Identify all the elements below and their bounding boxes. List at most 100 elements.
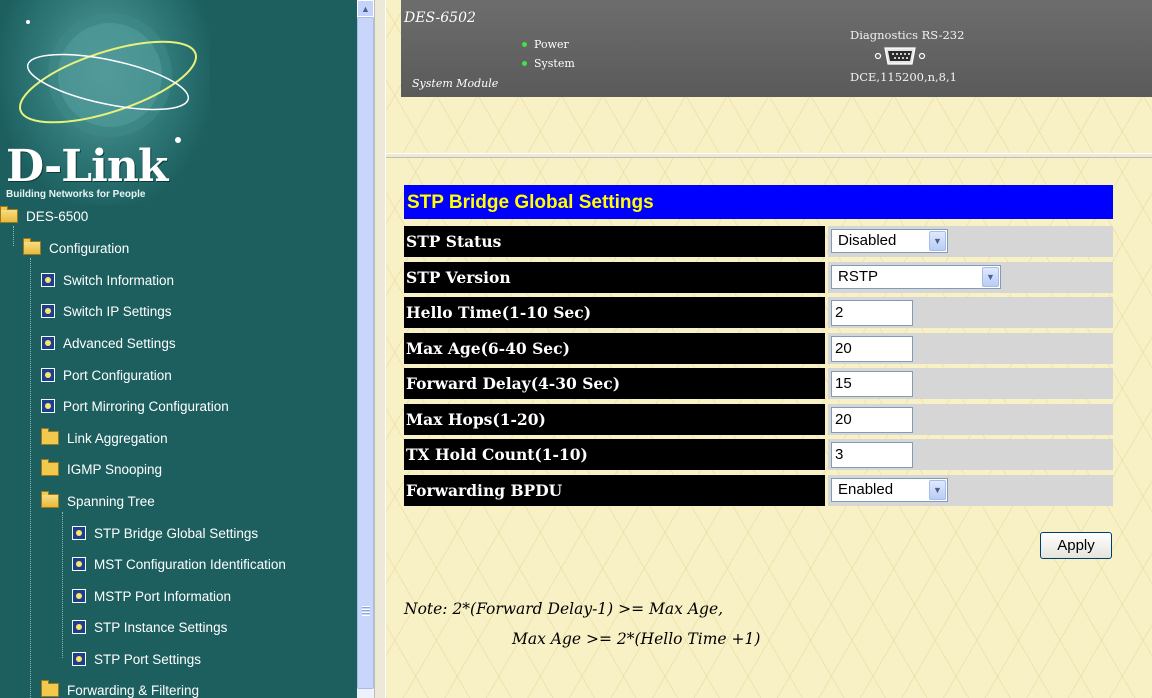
forward-delay-label: Forward Delay(4-30 Sec) (404, 368, 825, 399)
max-age-row: Max Age(6-40 Sec) 20 (404, 333, 1113, 364)
page-icon (72, 620, 86, 634)
tree-item-spanning-tree[interactable]: Spanning Tree (41, 487, 155, 515)
tree-item-igmp-snooping[interactable]: IGMP Snooping (41, 455, 162, 483)
tx-hold-count-row: TX Hold Count(1-10) 3 (404, 439, 1113, 470)
folder-icon (41, 680, 59, 697)
forwarding-bpdu-row: Forwarding BPDU Enabled ▼ (404, 475, 1113, 506)
forward-delay-input[interactable]: 15 (831, 371, 913, 397)
tree-item-des-6500[interactable]: DES-6500 (0, 202, 88, 230)
stp-version-label: STP Version (404, 262, 825, 293)
hello-time-row: Hello Time(1-10 Sec) 2 (404, 297, 1113, 328)
brand-name: D-Link (6, 141, 168, 192)
system-led-icon (522, 61, 527, 66)
page-icon (72, 652, 86, 666)
page-icon (41, 368, 55, 382)
max-hops-row: Max Hops(1-20) 20 (404, 404, 1113, 435)
tree-item-forwarding-filtering[interactable]: Forwarding & Filtering (41, 676, 199, 698)
tree-item-label: DES-6500 (26, 208, 89, 224)
hello-time-input[interactable]: 2 (831, 300, 913, 326)
dlink-logo: D-Link Building Networks for People (0, 0, 210, 205)
power-led-label: Power (534, 38, 569, 51)
tx-hold-count-cell: 3 (828, 439, 1113, 470)
tree-item-stp-port-settings[interactable]: STP Port Settings (72, 645, 201, 673)
system-led-row: System (522, 57, 575, 70)
stp-status-row: STP Status Disabled ▼ (404, 226, 1113, 257)
page-icon (41, 273, 55, 287)
chevron-down-icon[interactable]: ▼ (929, 231, 946, 251)
forwarding-bpdu-select[interactable]: Enabled ▼ (831, 478, 948, 502)
stp-status-label: STP Status (404, 226, 825, 257)
tree-item-mst-configuration-identification[interactable]: MST Configuration Identification (72, 550, 286, 578)
diagnostics-label: Diagnostics RS-232 (850, 28, 965, 42)
tree-item-label: Spanning Tree (67, 493, 155, 509)
hello-time-cell: 2 (828, 297, 1113, 328)
forwarding-bpdu-label: Forwarding BPDU (404, 475, 825, 506)
apply-button[interactable]: Apply (1040, 532, 1112, 559)
tree-item-switch-information[interactable]: Switch Information (41, 266, 174, 294)
scroll-thumb[interactable] (357, 17, 374, 689)
tree-item-label: Link Aggregation (67, 430, 168, 446)
tree-item-mstp-port-information[interactable]: MSTP Port Information (72, 582, 231, 610)
power-led-row: Power (522, 38, 569, 51)
folder-open-icon (23, 238, 41, 255)
folder-open-icon (0, 206, 18, 223)
scroll-up-arrow-icon[interactable]: ▲ (357, 0, 374, 17)
page-icon (72, 526, 86, 540)
hello-time-label: Hello Time(1-10 Sec) (404, 297, 825, 328)
tx-hold-count-label: TX Hold Count(1-10) (404, 439, 825, 470)
chevron-down-icon[interactable]: ▼ (929, 480, 946, 500)
device-module-label: System Module (412, 77, 499, 90)
folder-icon (41, 459, 59, 476)
navigation-sidebar: D-Link Building Networks for People DES-… (0, 0, 357, 698)
tree-item-label: STP Instance Settings (94, 619, 228, 635)
stp-version-cell: RSTP ▼ (828, 262, 1113, 293)
select-value: Disabled (838, 232, 897, 249)
brand-tagline: Building Networks for People (6, 189, 146, 200)
forwarding-bpdu-cell: Enabled ▼ (828, 475, 1113, 506)
note-line-1: Note: 2*(Forward Delay-1) >= Max Age, (404, 600, 724, 618)
tree-item-label: Configuration (49, 240, 130, 256)
tree-item-advanced-settings[interactable]: Advanced Settings (41, 329, 176, 357)
page-title: STP Bridge Global Settings (404, 185, 1113, 219)
folder-icon (41, 428, 59, 445)
tree-item-stp-instance-settings[interactable]: STP Instance Settings (72, 613, 227, 641)
tree-item-stp-bridge-global-settings[interactable]: STP Bridge Global Settings (72, 519, 258, 547)
tree-item-label: Switch Information (63, 272, 175, 288)
stp-version-row: STP Version RSTP ▼ (404, 262, 1113, 293)
tree-item-label: Port Mirroring Configuration (63, 398, 229, 414)
page-icon (41, 336, 55, 350)
tree-item-label: MSTP Port Information (94, 588, 232, 604)
tree-item-label: Advanced Settings (63, 335, 176, 351)
device-model: DES-6502 (404, 10, 476, 26)
max-age-label: Max Age(6-40 Sec) (404, 333, 825, 364)
diagnostics-settings: DCE,115200,n,8,1 (850, 70, 957, 84)
forward-delay-cell: 15 (828, 368, 1113, 399)
stp-version-select[interactable]: RSTP ▼ (831, 265, 1001, 289)
tree-item-link-aggregation[interactable]: Link Aggregation (41, 424, 168, 452)
tree-item-port-mirroring[interactable]: Port Mirroring Configuration (41, 392, 229, 420)
tree-item-label: STP Bridge Global Settings (94, 525, 259, 541)
page-icon (41, 304, 55, 318)
tx-hold-count-input[interactable]: 3 (831, 442, 913, 468)
select-value: RSTP (838, 268, 879, 285)
tree-connector (62, 512, 63, 658)
tree-item-switch-ip-settings[interactable]: Switch IP Settings (41, 297, 172, 325)
tree-item-port-configuration[interactable]: Port Configuration (41, 361, 172, 389)
frame-divider[interactable] (374, 0, 386, 698)
sidebar-scrollbar[interactable]: ▲ (357, 0, 374, 698)
chevron-down-icon[interactable]: ▼ (982, 267, 999, 287)
max-hops-input[interactable]: 20 (831, 407, 913, 433)
serial-port-icon (874, 47, 926, 65)
stp-status-select[interactable]: Disabled ▼ (831, 229, 948, 253)
tree-item-label: Switch IP Settings (63, 303, 172, 319)
max-age-input[interactable]: 20 (831, 336, 913, 362)
note-line-2: Max Age >= 2*(Hello Time +1) (512, 630, 761, 648)
tree-item-label: STP Port Settings (94, 651, 202, 667)
page-icon (41, 399, 55, 413)
page-icon (72, 557, 86, 571)
scroll-grip-icon (362, 606, 370, 616)
page-icon (72, 589, 86, 603)
tree-item-label: MST Configuration Identification (94, 556, 286, 572)
tree-item-configuration[interactable]: Configuration (23, 234, 129, 262)
folder-open-icon (41, 491, 59, 508)
